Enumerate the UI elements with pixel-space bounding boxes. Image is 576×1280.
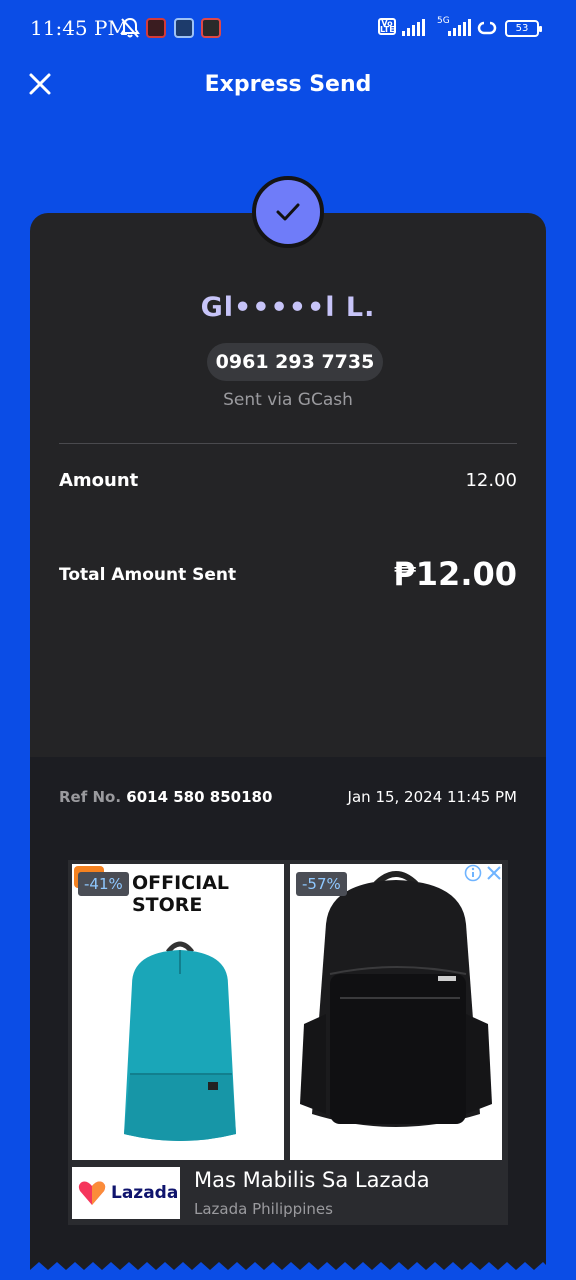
app-notification-icon [174, 18, 194, 38]
teal-backpack-image [124, 941, 236, 1141]
ref-label: Ref No. [59, 788, 122, 806]
signal-icon [448, 18, 471, 36]
lazada-ad[interactable]: -41% OFFICIAL STORE -57% Lazada Mas Mabi… [68, 860, 508, 1225]
lazada-wordmark: Lazada [111, 1183, 179, 1203]
recipient-name: Gl•••••l L. [200, 292, 376, 323]
ad-product-teal-backpack[interactable]: -41% OFFICIAL STORE [72, 864, 284, 1160]
battery-icon: 53 [505, 20, 542, 37]
success-check-icon [252, 176, 324, 248]
app-notification-icon [146, 18, 166, 38]
express-send-screen: 11:45 PM Vo LTE 5G 53 Express Send Gl•••… [0, 0, 576, 1280]
amount-value: 12.00 [465, 470, 517, 491]
volte-icon: Vo LTE [378, 18, 396, 35]
reference-number: Ref No. 6014 580 850180 [59, 788, 272, 806]
discount-badge: -57% [296, 872, 347, 896]
battery-level: 53 [515, 23, 529, 34]
bell-off-icon [120, 17, 140, 38]
black-backpack-image [300, 871, 492, 1127]
ad-close-icon[interactable] [486, 865, 502, 881]
total-amount-label: Total Amount Sent [59, 565, 237, 585]
app-notification-icon [201, 18, 221, 38]
sent-via-label: Sent via GCash [223, 390, 353, 410]
signal-icon [402, 18, 425, 36]
page-title: Express Send [204, 72, 372, 97]
status-bar: 11:45 PM Vo LTE 5G 53 [0, 0, 576, 60]
ad-product-black-backpack[interactable]: -57% [290, 864, 502, 1160]
lazada-logo: Lazada [72, 1167, 180, 1219]
divider [59, 443, 517, 444]
ad-info-icon[interactable] [464, 864, 482, 882]
ad-headline[interactable]: Mas Mabilis Sa Lazada [194, 1168, 430, 1192]
hotspot-icon [477, 21, 497, 35]
receipt-zigzag-edge [30, 1262, 546, 1280]
ref-number-value: 6014 580 850180 [126, 788, 273, 806]
lazada-heart-icon [78, 1181, 106, 1205]
discount-badge: -41% [78, 872, 129, 896]
total-amount-value: ₱12.00 [393, 555, 517, 593]
amount-label: Amount [59, 470, 139, 491]
ad-advertiser: Lazada Philippines [194, 1200, 333, 1218]
recipient-phone: 0961 293 7735 [207, 343, 383, 381]
transaction-date: Jan 15, 2024 11:45 PM [347, 788, 517, 806]
status-time: 11:45 PM [30, 16, 128, 40]
